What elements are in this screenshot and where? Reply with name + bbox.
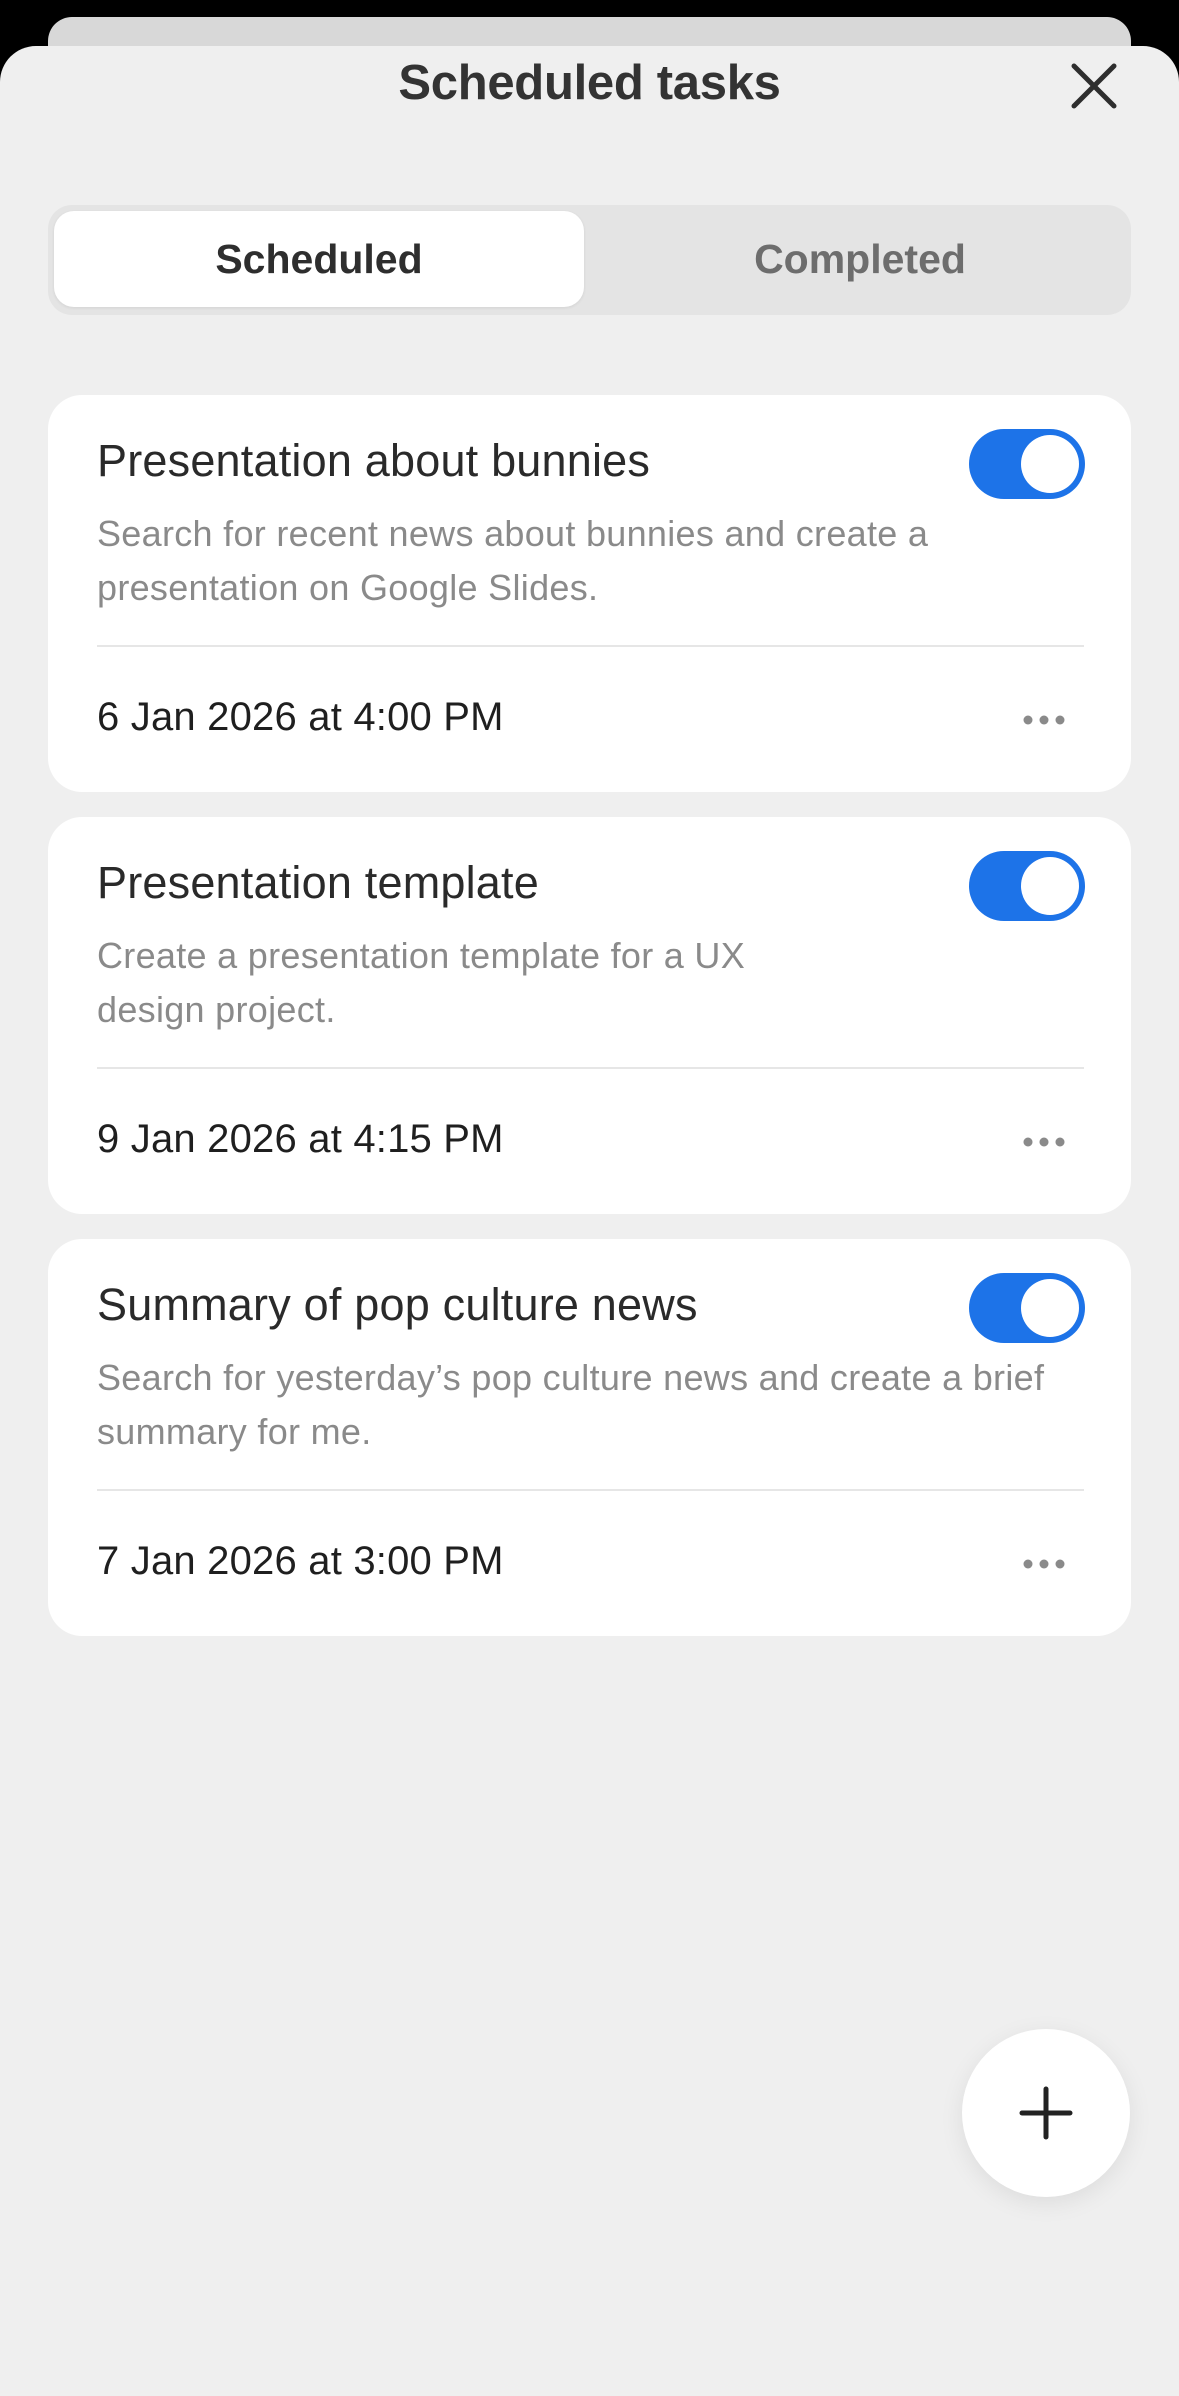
toggle-knob (1021, 1279, 1079, 1337)
more-options-button[interactable] (1014, 1117, 1074, 1167)
add-task-button[interactable] (962, 2029, 1130, 2197)
task-description: Search for recent news about bunnies and… (97, 513, 929, 608)
task-schedule-date: 6 Jan 2026 at 4:00 PM (97, 695, 504, 739)
toggle-knob (1021, 435, 1079, 493)
more-icon (1023, 1559, 1065, 1569)
more-icon (1023, 1137, 1065, 1147)
task-schedule-date: 9 Jan 2026 at 4:15 PM (97, 1117, 504, 1161)
tab-completed[interactable]: Completed (595, 211, 1125, 307)
page-title: Scheduled tasks (398, 56, 781, 110)
task-title: Presentation template (97, 857, 539, 908)
task-card[interactable]: Summary of pop culture news Search for y… (48, 1239, 1131, 1636)
more-options-button[interactable] (1014, 1539, 1074, 1589)
divider (97, 645, 1084, 647)
task-title: Summary of pop culture news (97, 1279, 698, 1330)
task-card[interactable]: Presentation about bunnies Search for re… (48, 395, 1131, 792)
task-enabled-toggle[interactable] (969, 429, 1085, 499)
divider (97, 1067, 1084, 1069)
task-title: Presentation about bunnies (97, 435, 651, 486)
task-description: Search for yesterday’s pop culture news … (97, 1357, 1045, 1452)
task-enabled-toggle[interactable] (969, 1273, 1085, 1343)
toggle-knob (1021, 857, 1079, 915)
divider (97, 1489, 1084, 1491)
more-icon (1023, 715, 1065, 725)
close-button[interactable] (1064, 56, 1124, 116)
task-card[interactable]: Presentation template Create a presentat… (48, 817, 1131, 1214)
plus-icon (1019, 2086, 1073, 2140)
task-schedule-date: 7 Jan 2026 at 3:00 PM (97, 1539, 504, 1583)
segmented-control: Scheduled Completed (48, 205, 1131, 315)
tab-scheduled[interactable]: Scheduled (54, 211, 584, 307)
more-options-button[interactable] (1014, 695, 1074, 745)
task-description: Create a presentation template for a UX … (97, 935, 746, 1030)
task-enabled-toggle[interactable] (969, 851, 1085, 921)
close-icon (1071, 63, 1117, 109)
